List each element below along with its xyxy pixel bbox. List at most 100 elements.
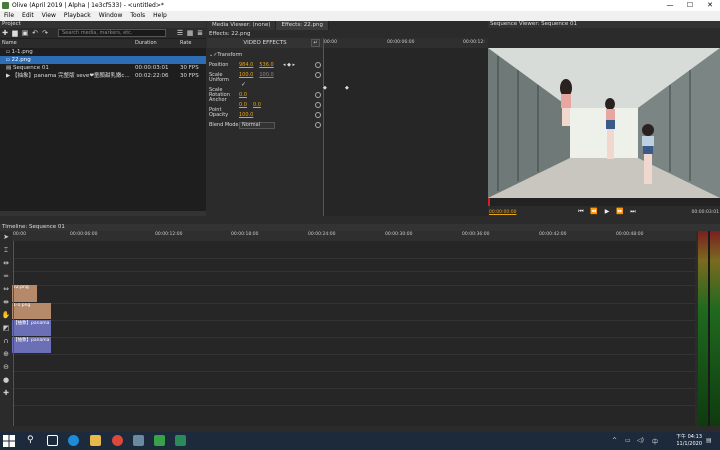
tree-view-icon[interactable]: ≣ [196, 29, 204, 37]
position-x-value[interactable]: 984.0 [239, 60, 253, 70]
app-icon[interactable] [133, 435, 144, 446]
timeline-clip-panama-video[interactable]: 【抽象】panama [12, 320, 51, 336]
close-button[interactable]: ✕ [700, 0, 720, 11]
task-view-icon[interactable] [47, 435, 58, 446]
hand-tool-icon[interactable]: ✋ [0, 309, 12, 322]
panel-splitter[interactable] [0, 216, 720, 224]
windows-start-icon[interactable] [3, 435, 15, 447]
column-name[interactable]: Name [0, 39, 135, 48]
redo-icon[interactable]: ↷ [40, 29, 50, 38]
keyframe-icon[interactable]: ◆ [345, 85, 349, 91]
keyframe-toggle-icon[interactable] [315, 92, 321, 98]
edge-icon[interactable] [68, 435, 79, 446]
pointer-tool-icon[interactable]: ➤ [0, 231, 12, 244]
keyframe-icon[interactable]: ◆ [323, 85, 327, 91]
viewer-playhead[interactable] [488, 198, 490, 206]
column-duration[interactable]: Duration [135, 39, 180, 48]
tray-chevron-icon[interactable]: ^ [612, 437, 617, 444]
ime-icon[interactable]: 中 [652, 437, 658, 446]
viewer-scrubber[interactable] [488, 198, 720, 206]
taskbar-clock[interactable]: 下午 04:13 11/1/2020 [672, 434, 702, 448]
search-icon[interactable]: ⚲ [27, 435, 38, 446]
tab-media-viewer[interactable]: Media Viewer: (none) [207, 21, 277, 30]
opacity-value[interactable]: 100.0 [239, 110, 253, 120]
timeline-clip-22png[interactable]: 22.png [12, 285, 37, 302]
add-effect-button[interactable]: ↵ [311, 39, 320, 47]
keyframe-toggle-icon[interactable] [315, 102, 321, 108]
edit-tool-icon[interactable]: ⌶ [0, 244, 12, 257]
transform-header[interactable]: ⌄ ✓ Transform [209, 50, 321, 60]
effects-title: Effects: 22.png [209, 31, 251, 37]
project-panel-title: Project [0, 21, 206, 28]
go-to-start-icon[interactable]: ⏮ [576, 208, 586, 216]
undo-icon[interactable]: ↶ [30, 29, 40, 38]
ripple-tool-icon[interactable]: ⇹ [0, 257, 12, 270]
timeline-clip-1-1png[interactable]: 1-1.png [12, 303, 51, 319]
zoom-in-icon[interactable]: ⊕ [0, 348, 12, 361]
timeline-playhead[interactable] [13, 241, 14, 426]
notification-icon[interactable]: ▤ [706, 437, 712, 444]
open-icon[interactable]: ▆ [10, 29, 20, 38]
effects-keyframe-timeline[interactable]: 00:00 00:00:06:00 00:00:12: ◆ ◆ [323, 38, 488, 216]
list-view-icon[interactable]: ☰ [176, 29, 184, 37]
app-icon[interactable] [175, 435, 186, 446]
viewer-video-frame[interactable] [488, 48, 720, 198]
menu-edit[interactable]: Edit [18, 11, 38, 21]
tab-effects[interactable]: Effects: 22.png [276, 21, 329, 30]
keyframe-toggle-icon[interactable] [315, 122, 321, 128]
snapping-icon[interactable]: ∩ [0, 335, 12, 348]
record-icon[interactable]: ● [0, 374, 12, 387]
timeline-clip-panama-audio[interactable]: 【抽象】panama [12, 337, 51, 353]
position-y-value[interactable]: 536.0 [259, 60, 273, 70]
new-icon[interactable]: ✚ [0, 29, 10, 38]
grid-view-icon[interactable]: ▦ [186, 29, 194, 37]
scale-y-value[interactable]: 100.0 [259, 70, 273, 80]
step-back-icon[interactable]: ⏪ [589, 208, 599, 216]
rotation-value[interactable]: 0.0 [239, 90, 247, 100]
column-rate[interactable]: Rate [180, 39, 206, 48]
file-explorer-icon[interactable] [90, 435, 101, 446]
anchor-x-value[interactable]: 0.0 [239, 100, 247, 110]
volume-icon[interactable]: ◁) [637, 437, 644, 444]
minimize-button[interactable]: — [660, 0, 680, 11]
effects-ruler[interactable]: 00:00 00:00:06:00 00:00:12: [323, 38, 488, 48]
timeline-tracks[interactable]: 22.png 1-1.png 【抽象】panama 【抽象】panama [12, 241, 696, 426]
list-item[interactable]: ▤ Sequence 01 00:00:03:01 30 FPS [0, 64, 206, 72]
project-search-input[interactable]: Search media, markers, etc. [58, 29, 166, 37]
chrome-icon[interactable] [112, 435, 123, 446]
scale-value[interactable]: 100.0 [239, 70, 253, 80]
uniform-scale-checkbox[interactable]: ✓ [241, 80, 246, 90]
save-icon[interactable]: ▣ [20, 29, 30, 38]
keyframe-toggle-icon[interactable] [315, 112, 321, 118]
maximize-button[interactable]: ☐ [680, 0, 700, 11]
razor-tool-icon[interactable]: ═ [0, 270, 12, 283]
effects-playhead[interactable] [323, 38, 324, 216]
slide-tool-icon[interactable]: ⇼ [0, 296, 12, 309]
play-icon[interactable]: ▶ [602, 208, 612, 216]
list-item[interactable]: ▶ 【抽象】panama 完整版 seve❤童顏甜乳嫩c... 00:02:22… [0, 72, 206, 80]
step-forward-icon[interactable]: ⏩ [615, 208, 625, 216]
olive-taskbar-icon[interactable] [154, 435, 165, 446]
keyframe-toggle-icon[interactable] [315, 62, 321, 68]
list-item[interactable]: ▫ 22.png [0, 56, 206, 64]
menu-file[interactable]: File [0, 11, 18, 21]
zoom-out-icon[interactable]: ⊖ [0, 361, 12, 374]
add-track-icon[interactable]: ✚ [0, 387, 12, 400]
list-item[interactable]: ▫ 1-1.png [0, 48, 206, 56]
slip-tool-icon[interactable]: ⇔ [0, 283, 12, 296]
anchor-y-value[interactable]: 0.0 [253, 100, 261, 110]
network-icon[interactable]: ▭ [625, 437, 631, 444]
menu-playback[interactable]: Playback [60, 11, 95, 21]
menu-view[interactable]: View [38, 11, 60, 21]
keyframe-nav-icon[interactable]: ◂ ◆ ▸ [283, 60, 295, 70]
timeline-ruler[interactable]: 00:00 00:00:06:00 00:00:12:00 00:00:18:0… [12, 231, 696, 241]
menu-window[interactable]: Window [95, 11, 127, 21]
menu-help[interactable]: Help [149, 11, 171, 21]
viewer-current-timecode[interactable]: 00:00:00:00 [489, 210, 516, 215]
timeline-area[interactable]: 00:00 00:00:06:00 00:00:12:00 00:00:18:0… [12, 231, 703, 426]
keyframe-toggle-icon[interactable] [315, 72, 321, 78]
go-to-end-icon[interactable]: ⏭ [628, 208, 638, 216]
menu-tools[interactable]: Tools [126, 11, 149, 21]
blend-mode-select[interactable]: Normal [239, 121, 275, 129]
transition-tool-icon[interactable]: ◩ [0, 322, 12, 335]
